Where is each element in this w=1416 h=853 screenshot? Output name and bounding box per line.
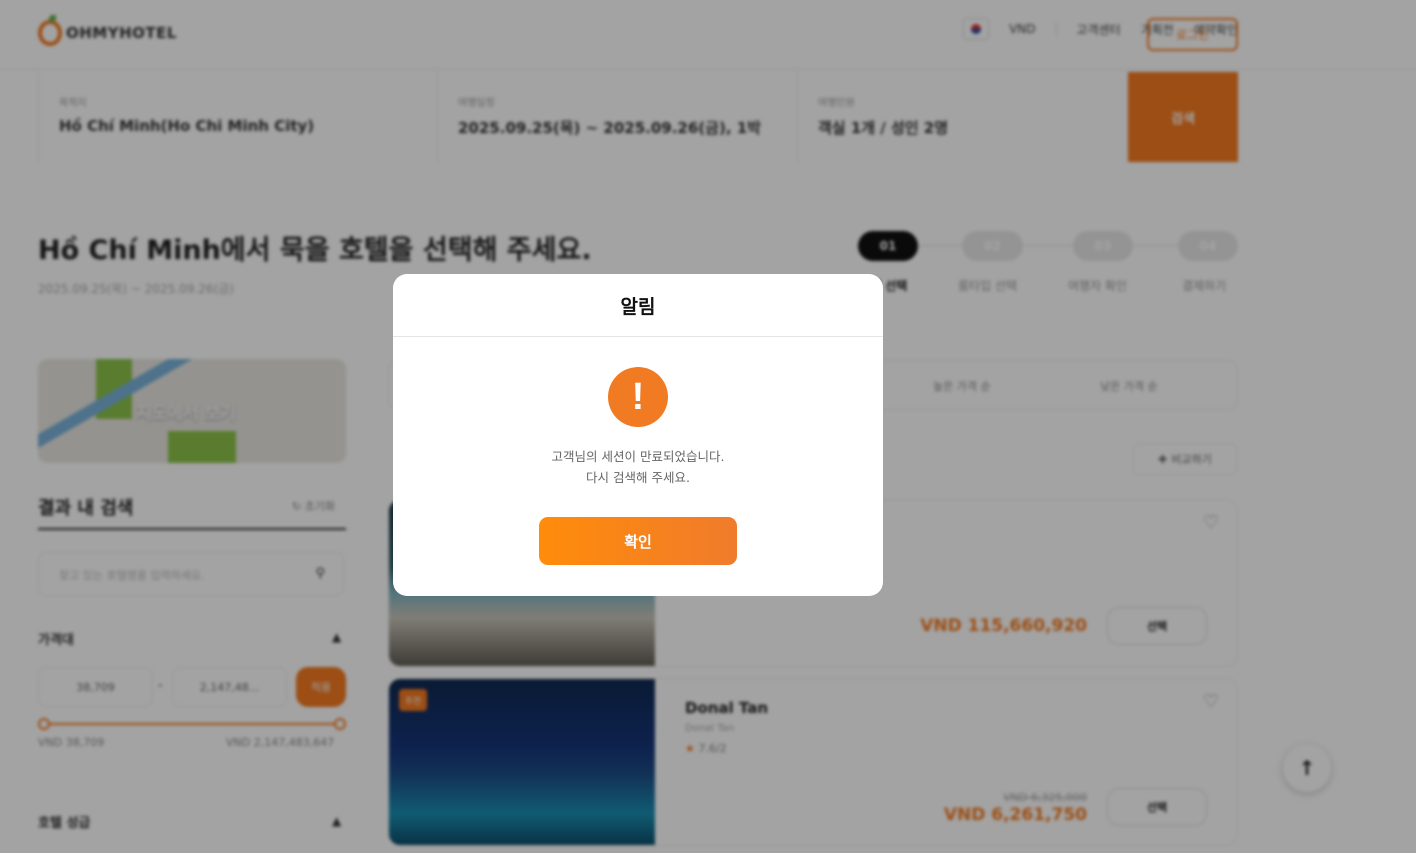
dialog-message-line2: 다시 검색해 주세요. bbox=[586, 470, 690, 485]
exclamation-icon: ! bbox=[608, 367, 668, 427]
alert-dialog: 알림 ! 고객님의 세션이 만료되었습니다. 다시 검색해 주세요. 확인 bbox=[393, 274, 883, 596]
dialog-message-line1: 고객님의 세션이 만료되었습니다. bbox=[551, 449, 725, 464]
dialog-message: 고객님의 세션이 만료되었습니다. 다시 검색해 주세요. bbox=[393, 446, 883, 488]
confirm-button[interactable]: 확인 bbox=[539, 517, 737, 565]
dialog-title: 알림 bbox=[393, 274, 883, 337]
